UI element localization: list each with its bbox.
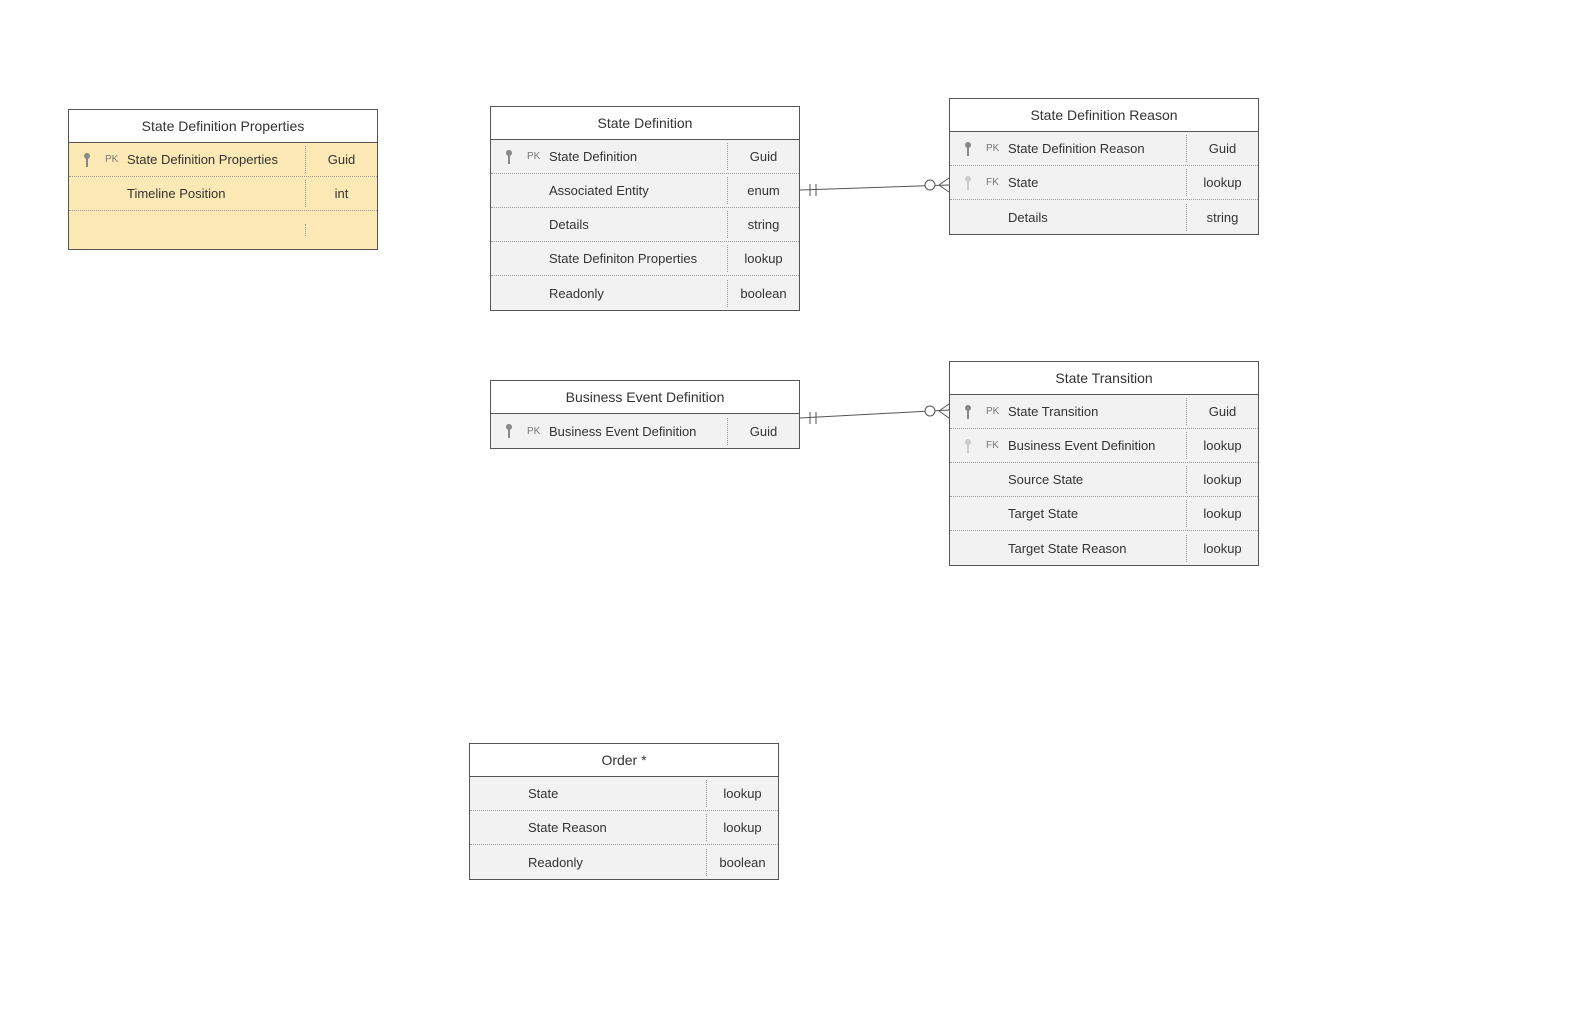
key-code: PK: [986, 143, 1004, 154]
entity-title: State Transition: [950, 362, 1258, 395]
table-row: PK State Transition Guid: [950, 395, 1258, 429]
table-row: PK State Definition Properties Guid: [69, 143, 377, 177]
table-row: State lookup: [470, 777, 778, 811]
table-row: Readonly boolean: [470, 845, 778, 879]
attr-type: Guid: [1186, 135, 1258, 162]
attr-name: Readonly: [524, 849, 706, 876]
table-row: Readonly boolean: [491, 276, 799, 310]
attr-name: State Transition: [1004, 398, 1186, 425]
attr-type: string: [1186, 204, 1258, 231]
entity-title: Business Event Definition: [491, 381, 799, 414]
attr-name: State Definiton Properties: [545, 245, 727, 272]
key-icon: [491, 423, 527, 439]
attr-type: boolean: [727, 280, 799, 307]
table-row: Associated Entity enum: [491, 174, 799, 208]
attr-type: string: [727, 211, 799, 238]
attr-type: lookup: [1186, 466, 1258, 493]
table-row: Timeline Position int: [69, 177, 377, 211]
attr-type: lookup: [727, 245, 799, 272]
attr-name: Timeline Position: [123, 180, 305, 207]
attr-name: Associated Entity: [545, 177, 727, 204]
entity-body: State lookup State Reason lookup Readonl…: [470, 777, 778, 879]
table-row: Details string: [950, 200, 1258, 234]
attr-name: Business Event Definition: [545, 418, 727, 445]
attr-type: Guid: [1186, 398, 1258, 425]
key-icon: [950, 438, 986, 454]
table-row: FK Business Event Definition lookup: [950, 429, 1258, 463]
attr-name: Details: [545, 211, 727, 238]
attr-type: lookup: [706, 814, 778, 841]
entity-title: State Definition Reason: [950, 99, 1258, 132]
attr-name: Readonly: [545, 280, 727, 307]
entity-state-definition-properties: State Definition Properties PK State Def…: [68, 109, 378, 250]
attr-type: enum: [727, 177, 799, 204]
entity-business-event-definition: Business Event Definition PK Business Ev…: [490, 380, 800, 449]
key-icon: [950, 175, 986, 191]
attr-type: lookup: [1186, 432, 1258, 459]
table-row: State Definiton Properties lookup: [491, 242, 799, 276]
table-row: Target State lookup: [950, 497, 1258, 531]
attr-name: State: [524, 780, 706, 807]
entity-body: PK State Definition Properties Guid Time…: [69, 143, 377, 249]
entity-title: Order *: [470, 744, 778, 777]
key-code: PK: [986, 406, 1004, 417]
key-icon: [950, 404, 986, 420]
attr-name: State Definition Properties: [123, 146, 305, 173]
entity-title: State Definition: [491, 107, 799, 140]
attr-type: boolean: [706, 849, 778, 876]
entity-state-transition: State Transition PK State Transition Gui…: [949, 361, 1259, 566]
attr-name: Target State: [1004, 500, 1186, 527]
attr-type: lookup: [1186, 535, 1258, 562]
attr-name: Details: [1004, 204, 1186, 231]
table-row: State Reason lookup: [470, 811, 778, 845]
key-icon: [491, 149, 527, 165]
table-row: Details string: [491, 208, 799, 242]
entity-body: PK State Definition Reason Guid FK State…: [950, 132, 1258, 234]
attr-name: Source State: [1004, 466, 1186, 493]
attr-name: State Definition: [545, 143, 727, 170]
table-row: FK State lookup: [950, 166, 1258, 200]
table-row: [69, 211, 377, 249]
table-row: PK Business Event Definition Guid: [491, 414, 799, 448]
table-row: PK State Definition Reason Guid: [950, 132, 1258, 166]
entity-body: PK State Transition Guid FK Business Eve…: [950, 395, 1258, 565]
attr-type: lookup: [1186, 500, 1258, 527]
attr-type: Guid: [727, 418, 799, 445]
key-code: PK: [527, 151, 545, 162]
attr-type: Guid: [305, 146, 377, 173]
entity-body: PK State Definition Guid Associated Enti…: [491, 140, 799, 310]
table-row: Source State lookup: [950, 463, 1258, 497]
table-row: Target State Reason lookup: [950, 531, 1258, 565]
attr-type: Guid: [727, 143, 799, 170]
attr-name: State Definition Reason: [1004, 135, 1186, 162]
attr-name: State: [1004, 169, 1186, 196]
key-code: FK: [986, 177, 1004, 188]
attr-type: lookup: [706, 780, 778, 807]
attr-type: lookup: [1186, 169, 1258, 196]
entity-order: Order * State lookup State Reason lookup…: [469, 743, 779, 880]
table-row: PK State Definition Guid: [491, 140, 799, 174]
entity-state-definition: State Definition PK State Definition Gui…: [490, 106, 800, 311]
key-code: PK: [105, 154, 123, 165]
attr-name: Target State Reason: [1004, 535, 1186, 562]
key-icon: [69, 152, 105, 168]
entity-title: State Definition Properties: [69, 110, 377, 143]
key-icon: [950, 141, 986, 157]
attr-name: State Reason: [524, 814, 706, 841]
diagram-canvas: State Definition Properties PK State Def…: [0, 0, 1571, 1015]
attr-type: int: [305, 180, 377, 207]
key-code: PK: [527, 426, 545, 437]
entity-state-definition-reason: State Definition Reason PK State Definit…: [949, 98, 1259, 235]
key-code: FK: [986, 440, 1004, 451]
attr-name: Business Event Definition: [1004, 432, 1186, 459]
entity-body: PK Business Event Definition Guid: [491, 414, 799, 448]
